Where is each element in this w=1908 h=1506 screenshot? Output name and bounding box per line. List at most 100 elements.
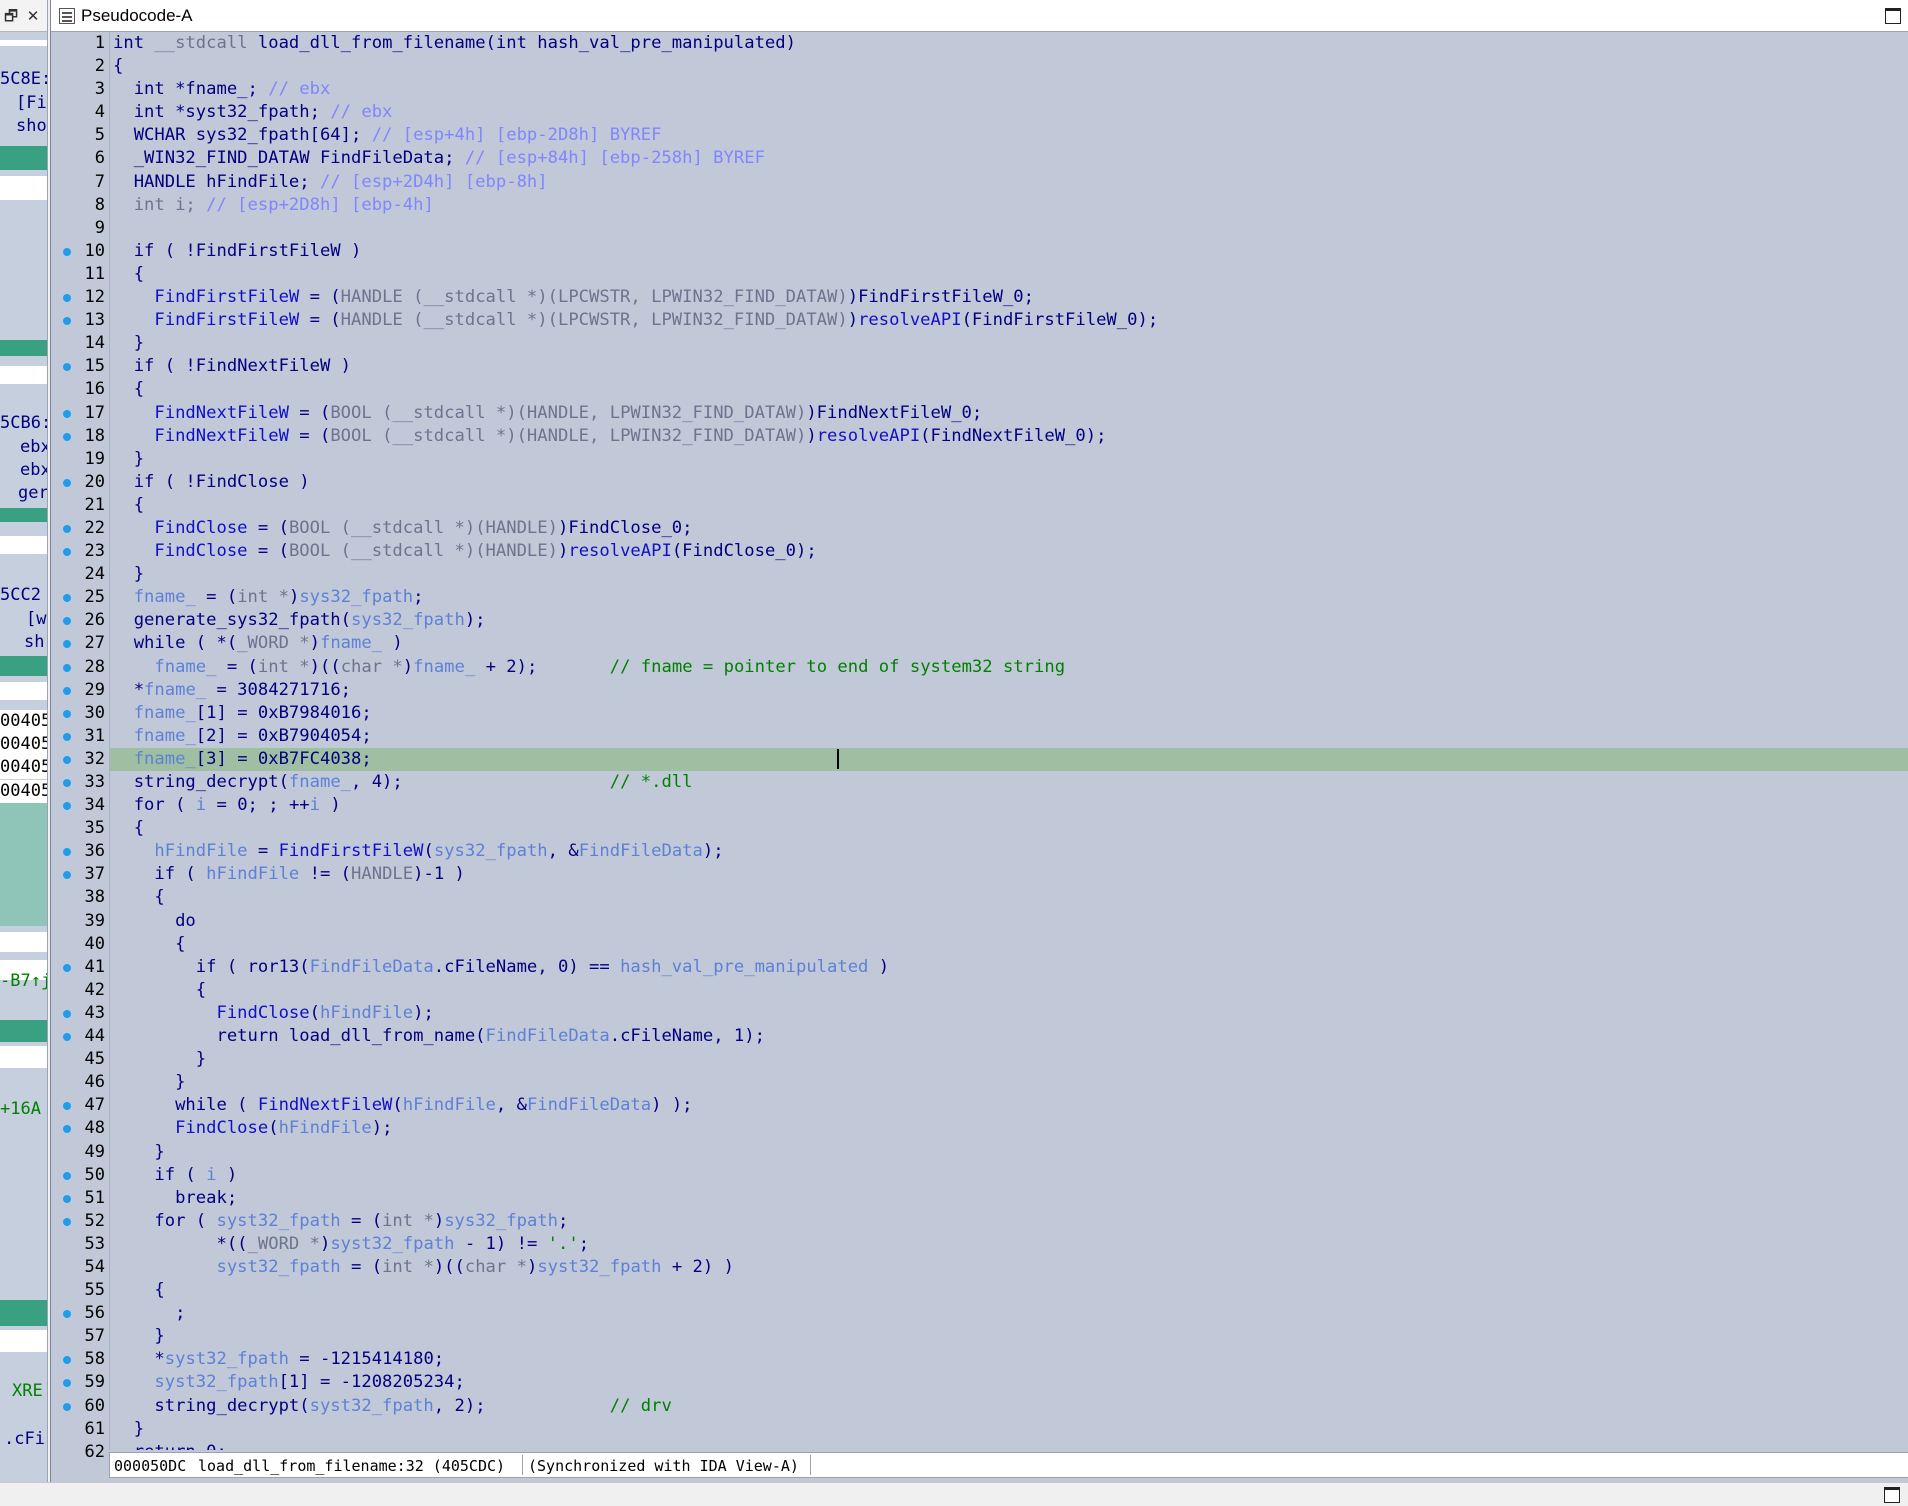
code-line[interactable]: } xyxy=(110,1048,1908,1071)
code-line[interactable]: hFindFile = FindFirstFileW(sys32_fpath, … xyxy=(110,840,1908,863)
code-line[interactable]: { xyxy=(110,1279,1908,1302)
breakpoint-dot-icon[interactable] xyxy=(63,524,71,533)
code-line[interactable]: FindFirstFileW = (HANDLE (__stdcall *)(L… xyxy=(110,309,1908,332)
code-line[interactable]: int i; // [esp+2D8h] [ebp-4h] xyxy=(110,194,1908,217)
breakpoint-dot-icon[interactable] xyxy=(63,663,71,672)
breakpoint-dot-icon[interactable] xyxy=(63,1379,71,1388)
code-line[interactable]: string_decrypt(syst32_fpath, 2); // drv xyxy=(110,1395,1908,1418)
code-line[interactable]: } xyxy=(110,1325,1908,1348)
code-line[interactable]: { xyxy=(110,494,1908,517)
code-line[interactable]: } xyxy=(110,563,1908,586)
code-line[interactable]: } xyxy=(110,332,1908,355)
line-number[interactable]: 15 xyxy=(51,355,109,378)
line-number[interactable]: 57 xyxy=(51,1325,109,1348)
pseudocode-editor[interactable]: int __stdcall load_dll_from_filename(int… xyxy=(109,32,1908,1450)
breakpoint-dot-icon[interactable] xyxy=(63,1033,71,1042)
line-number[interactable]: 8 xyxy=(51,194,109,217)
line-number[interactable]: 26 xyxy=(51,609,109,632)
code-line[interactable]: return 0; xyxy=(110,1441,1908,1450)
code-line[interactable]: do xyxy=(110,910,1908,933)
breakpoint-dot-icon[interactable] xyxy=(63,732,71,741)
code-line[interactable]: } xyxy=(110,1141,1908,1164)
code-line[interactable]: int __stdcall load_dll_from_filename(int… xyxy=(110,32,1908,55)
code-line[interactable]: WCHAR sys32_fpath[64]; // [esp+4h] [ebp-… xyxy=(110,124,1908,147)
code-line[interactable]: if ( i ) xyxy=(110,1164,1908,1187)
breakpoint-dot-icon[interactable] xyxy=(63,1009,71,1018)
breakpoint-dot-icon[interactable] xyxy=(63,1171,71,1180)
code-line[interactable]: *syst32_fpath = -1215414180; xyxy=(110,1348,1908,1371)
code-line[interactable]: FindClose(hFindFile); xyxy=(110,1002,1908,1025)
code-line[interactable]: for ( syst32_fpath = (int *)sys32_fpath; xyxy=(110,1210,1908,1233)
line-number[interactable]: 25 xyxy=(51,586,109,609)
code-line[interactable]: } xyxy=(110,1071,1908,1094)
breakpoint-dot-icon[interactable] xyxy=(63,317,71,326)
line-number[interactable]: 24 xyxy=(51,563,109,586)
code-line[interactable]: { xyxy=(110,263,1908,286)
code-line[interactable]: FindClose = (BOOL (__stdcall *)(HANDLE))… xyxy=(110,540,1908,563)
close-icon[interactable]: ✕ xyxy=(24,6,42,26)
breakpoint-dot-icon[interactable] xyxy=(63,548,71,557)
line-number[interactable]: 61 xyxy=(51,1418,109,1441)
code-line[interactable]: } xyxy=(110,448,1908,471)
breakpoint-dot-icon[interactable] xyxy=(63,1310,71,1319)
line-number[interactable]: 36 xyxy=(51,840,109,863)
line-number[interactable]: 47 xyxy=(51,1094,109,1117)
breakpoint-dot-icon[interactable] xyxy=(63,1402,71,1411)
line-number[interactable]: 11 xyxy=(51,263,109,286)
breakpoint-dot-icon[interactable] xyxy=(63,478,71,487)
breakpoint-dot-icon[interactable] xyxy=(63,871,71,880)
code-line[interactable]: { xyxy=(110,979,1908,1002)
line-number[interactable]: 19 xyxy=(51,448,109,471)
line-number[interactable]: 30 xyxy=(51,702,109,725)
code-line[interactable]: return load_dll_from_name(FindFileData.c… xyxy=(110,1025,1908,1048)
code-line[interactable]: { xyxy=(110,933,1908,956)
line-number[interactable]: 23 xyxy=(51,540,109,563)
code-line[interactable]: FindClose = (BOOL (__stdcall *)(HANDLE))… xyxy=(110,517,1908,540)
maximize-icon[interactable] xyxy=(1885,8,1901,24)
line-number[interactable]: 27 xyxy=(51,632,109,655)
breakpoint-dot-icon[interactable] xyxy=(63,432,71,441)
line-number[interactable]: 38 xyxy=(51,886,109,909)
line-number[interactable]: 54 xyxy=(51,1256,109,1279)
line-number[interactable]: 49 xyxy=(51,1141,109,1164)
code-line[interactable]: FindNextFileW = (BOOL (__stdcall *)(HAND… xyxy=(110,402,1908,425)
line-number[interactable]: 34 xyxy=(51,794,109,817)
code-line[interactable]: if ( !FindFirstFileW ) xyxy=(110,240,1908,263)
breakpoint-dot-icon[interactable] xyxy=(63,709,71,718)
breakpoint-dot-icon[interactable] xyxy=(63,294,71,303)
breakpoint-dot-icon[interactable] xyxy=(63,755,71,764)
code-line[interactable]: { xyxy=(110,378,1908,401)
code-line[interactable]: syst32_fpath[1] = -1208205234; xyxy=(110,1371,1908,1394)
line-number[interactable]: 58 xyxy=(51,1348,109,1371)
code-line[interactable]: for ( i = 0; ; ++i ) xyxy=(110,794,1908,817)
code-line[interactable]: while ( FindNextFileW(hFindFile, &FindFi… xyxy=(110,1094,1908,1117)
code-line[interactable]: HANDLE hFindFile; // [esp+2D4h] [ebp-8h] xyxy=(110,171,1908,194)
code-line[interactable] xyxy=(110,217,1908,240)
line-number[interactable]: 18 xyxy=(51,425,109,448)
current-code-line[interactable]: fname_[3] = 0xB7FC4038; xyxy=(110,747,1908,771)
breakpoint-dot-icon[interactable] xyxy=(63,686,71,695)
maximize-icon[interactable] xyxy=(1884,1487,1900,1503)
breakpoint-dot-icon[interactable] xyxy=(63,1102,71,1111)
breakpoint-dot-icon[interactable] xyxy=(63,963,71,972)
code-line[interactable]: string_decrypt(fname_, 4); // *.dll xyxy=(110,771,1908,794)
breakpoint-dot-icon[interactable] xyxy=(63,640,71,649)
code-line[interactable]: *((_WORD *)syst32_fpath - 1) != '.'; xyxy=(110,1233,1908,1256)
code-line[interactable]: while ( *(_WORD *)fname_ ) xyxy=(110,632,1908,655)
line-number[interactable]: 5 xyxy=(51,124,109,147)
line-number[interactable]: 12 xyxy=(51,286,109,309)
code-line[interactable]: fname_ = (int *)((char *)fname_ + 2); //… xyxy=(110,656,1908,679)
line-number[interactable]: 22 xyxy=(51,517,109,540)
line-number[interactable]: 16 xyxy=(51,378,109,401)
line-number[interactable]: 28 xyxy=(51,656,109,679)
code-line[interactable]: FindNextFileW = (BOOL (__stdcall *)(HAND… xyxy=(110,425,1908,448)
line-number[interactable]: 3 xyxy=(51,78,109,101)
line-number[interactable]: 53 xyxy=(51,1233,109,1256)
restore-window-icon[interactable]: 🗗 xyxy=(2,6,20,26)
line-number[interactable]: 10 xyxy=(51,240,109,263)
line-number[interactable]: 21 xyxy=(51,494,109,517)
breakpoint-dot-icon[interactable] xyxy=(63,1217,71,1226)
line-number[interactable]: 14 xyxy=(51,332,109,355)
line-number[interactable]: 55 xyxy=(51,1279,109,1302)
breakpoint-dot-icon[interactable] xyxy=(63,247,71,256)
